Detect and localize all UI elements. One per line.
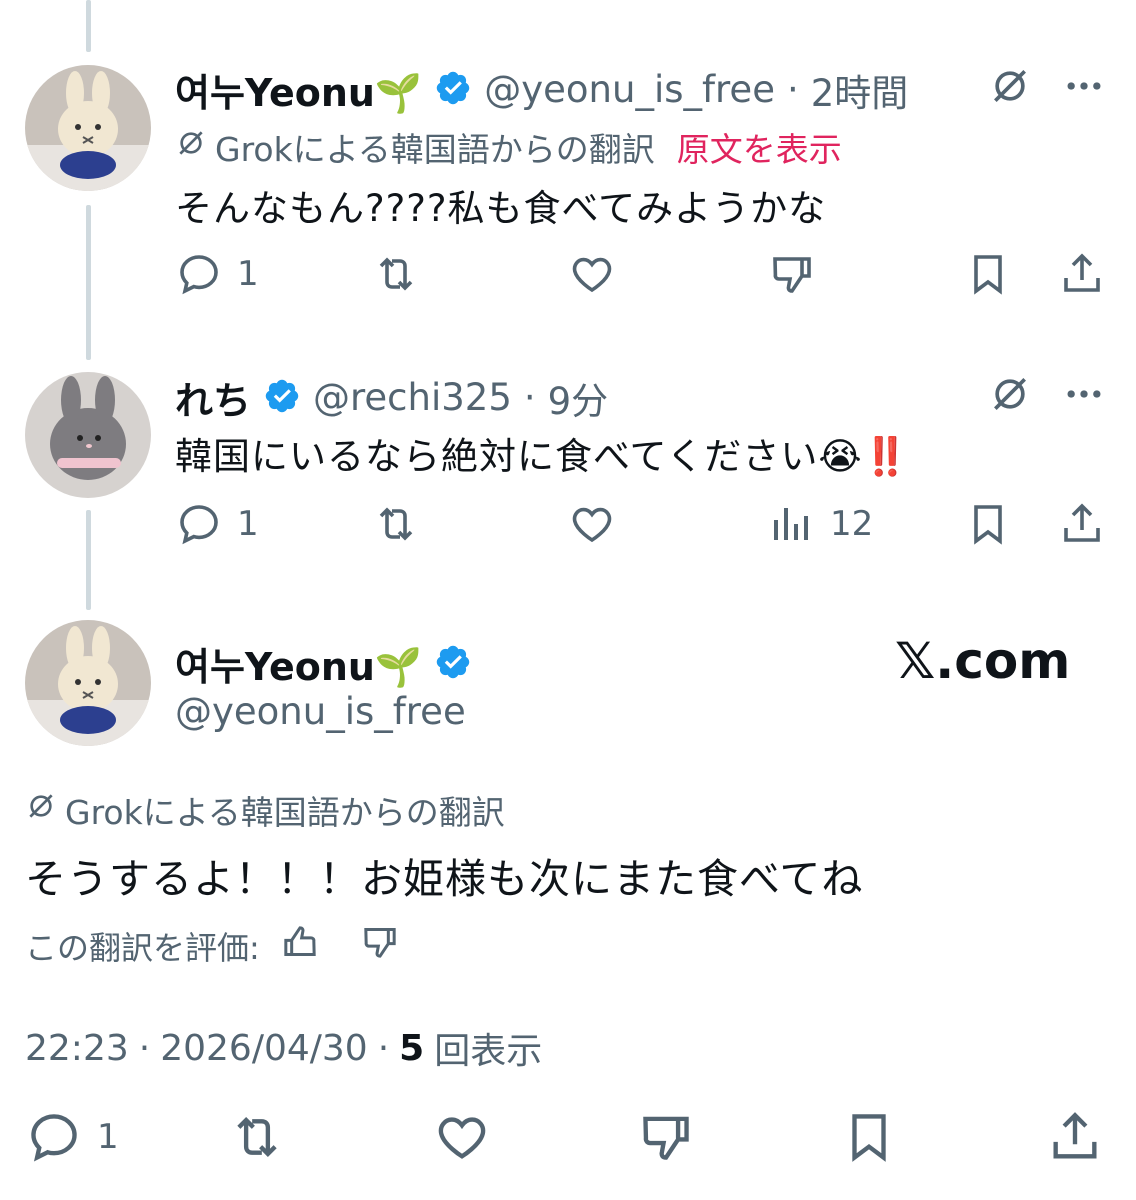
author-handle[interactable]: @rechi325 bbox=[313, 376, 512, 419]
share-icon bbox=[1053, 1112, 1097, 1159]
thumbs-down-icon bbox=[773, 257, 811, 293]
tweet-text: そんなもん????私も食べてみようかな bbox=[175, 187, 827, 230]
thumbs-up-icon[interactable] bbox=[280, 922, 320, 970]
like-button[interactable] bbox=[568, 250, 616, 298]
heart-icon bbox=[572, 507, 612, 543]
thread-line bbox=[86, 0, 91, 52]
retweet-button[interactable] bbox=[372, 500, 420, 548]
bookmark-icon bbox=[974, 255, 1002, 295]
rate-translation-label: この翻訳を評価: bbox=[25, 929, 260, 967]
thread-line bbox=[86, 205, 91, 360]
separator: · bbox=[786, 68, 799, 111]
x-watermark: 𝕏.com bbox=[895, 632, 1071, 690]
timestamp[interactable]: 9分 bbox=[548, 371, 609, 425]
reply-button[interactable]: 1 bbox=[175, 250, 259, 298]
retweet-button[interactable] bbox=[228, 1108, 286, 1166]
bookmark-icon bbox=[974, 505, 1002, 545]
dislike-button[interactable] bbox=[768, 250, 816, 298]
views-count: 5 bbox=[399, 1027, 425, 1069]
views-count: 12 bbox=[830, 504, 874, 544]
bookmark-button[interactable] bbox=[840, 1108, 898, 1166]
avatar[interactable] bbox=[25, 372, 151, 498]
separator: · bbox=[138, 1027, 151, 1069]
separator: · bbox=[377, 1027, 390, 1069]
share-button[interactable] bbox=[1058, 250, 1106, 298]
grok-icon[interactable] bbox=[988, 64, 1032, 112]
author-name[interactable]: れち bbox=[175, 370, 251, 425]
analytics-icon bbox=[774, 508, 808, 540]
heart-icon bbox=[438, 1117, 486, 1159]
retweet-button[interactable] bbox=[372, 250, 420, 298]
more-icon[interactable] bbox=[1062, 64, 1106, 112]
reply-icon bbox=[180, 505, 218, 545]
avatar[interactable] bbox=[25, 65, 151, 191]
show-original-link[interactable]: 原文を表示 bbox=[677, 123, 842, 171]
timestamp[interactable]: 2時間 bbox=[811, 63, 909, 117]
author-name[interactable]: 여누Yeonu🌱 bbox=[175, 62, 422, 117]
more-icon[interactable] bbox=[1062, 372, 1106, 420]
reply-button[interactable]: 1 bbox=[25, 1108, 119, 1166]
verified-badge-icon bbox=[434, 69, 472, 111]
share-icon bbox=[1064, 253, 1100, 292]
post-date[interactable]: 2026/04/30 bbox=[160, 1028, 368, 1069]
verified-badge-icon bbox=[434, 643, 472, 685]
verified-badge-icon bbox=[263, 377, 301, 419]
reply-count: 1 bbox=[237, 254, 259, 294]
grok-translate-icon bbox=[175, 127, 207, 167]
like-button[interactable] bbox=[433, 1108, 491, 1166]
reply-button[interactable]: 1 bbox=[175, 500, 259, 548]
thumbs-down-icon bbox=[643, 1116, 689, 1160]
bookmark-icon bbox=[852, 1114, 886, 1162]
bookmark-button[interactable] bbox=[964, 250, 1012, 298]
separator: · bbox=[523, 376, 536, 419]
tweet-text: そうするよ！！！お姫様も次にまた食べてね bbox=[25, 855, 864, 903]
thread-line bbox=[86, 510, 91, 610]
reply-count: 1 bbox=[237, 504, 259, 544]
grok-icon[interactable] bbox=[988, 372, 1032, 420]
reply-count: 1 bbox=[97, 1117, 119, 1157]
views-label: 回表示 bbox=[434, 1031, 543, 1072]
reply-icon bbox=[180, 255, 218, 295]
share-button[interactable] bbox=[1046, 1108, 1104, 1166]
author-handle[interactable]: @yeonu_is_free bbox=[175, 690, 466, 733]
share-button[interactable] bbox=[1058, 500, 1106, 548]
avatar[interactable] bbox=[25, 620, 151, 746]
author-name[interactable]: 여누Yeonu🌱 bbox=[175, 636, 422, 691]
heart-icon bbox=[572, 257, 612, 293]
retweet-icon bbox=[379, 257, 413, 291]
translation-label: Grokによる韓国語からの翻訳 bbox=[215, 130, 655, 169]
grok-translate-icon bbox=[25, 790, 57, 830]
thumbs-down-icon[interactable] bbox=[360, 922, 400, 970]
post-time[interactable]: 22:23 bbox=[25, 1028, 129, 1069]
translation-label: Grokによる韓国語からの翻訳 bbox=[65, 793, 505, 832]
retweet-icon bbox=[379, 507, 413, 541]
author-handle[interactable]: @yeonu_is_free bbox=[484, 68, 775, 111]
like-button[interactable] bbox=[568, 500, 616, 548]
retweet-icon bbox=[237, 1117, 277, 1157]
reply-icon bbox=[31, 1114, 77, 1162]
dislike-button[interactable] bbox=[637, 1108, 695, 1166]
share-icon bbox=[1064, 503, 1100, 542]
bookmark-button[interactable] bbox=[964, 500, 1012, 548]
views-button[interactable]: 12 bbox=[768, 500, 873, 548]
tweet-text: 韓国にいるなら絶対に食べてください😭‼️ bbox=[175, 435, 910, 478]
